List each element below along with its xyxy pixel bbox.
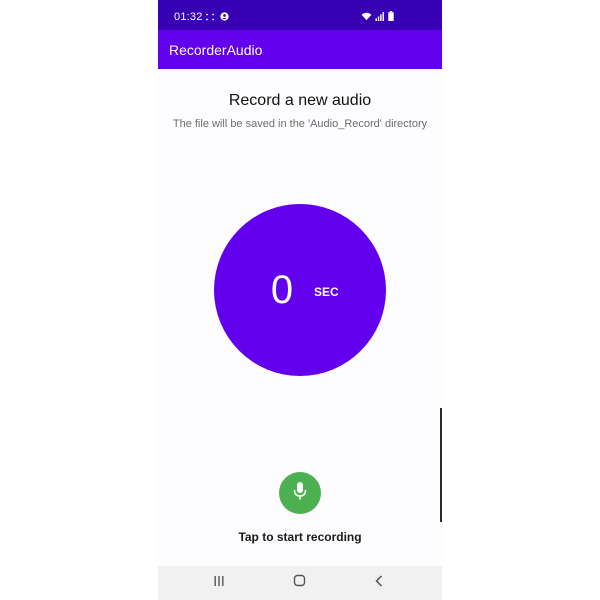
- record-hint: Tap to start recording: [238, 530, 362, 544]
- app-title: RecorderAudio: [169, 42, 263, 58]
- timer-value: 0: [270, 268, 294, 312]
- status-bar: 01:32: [158, 0, 442, 30]
- home-icon: [293, 574, 306, 592]
- timer-unit: SEC: [314, 285, 339, 299]
- signal-icon: [375, 8, 385, 26]
- home-button[interactable]: [290, 574, 308, 592]
- status-time: 01:32: [174, 11, 203, 23]
- window-edge: [440, 408, 442, 522]
- record-button[interactable]: [279, 472, 321, 514]
- notification-dots-icon: [205, 8, 215, 26]
- phone-screen: 01:32 RecorderAudio Record a new audio T…: [158, 0, 442, 600]
- battery-icon: [388, 8, 394, 26]
- recent-apps-button[interactable]: [210, 574, 228, 592]
- wifi-icon: [361, 8, 372, 26]
- status-left-icons: [205, 10, 229, 24]
- page-title: Record a new audio: [228, 92, 372, 109]
- status-right-icons: [361, 10, 394, 24]
- account-circle-icon: [220, 8, 229, 26]
- back-icon: [374, 574, 384, 592]
- recent-apps-icon: [213, 574, 225, 592]
- app-bar: RecorderAudio: [158, 30, 442, 69]
- page-subtitle: The file will be saved in the 'Audio_Rec…: [172, 118, 428, 130]
- screen-background: 01:32 RecorderAudio Record a new audio T…: [0, 0, 600, 600]
- navigation-bar: [158, 566, 442, 600]
- back-button[interactable]: [370, 574, 388, 592]
- microphone-icon: [293, 481, 307, 506]
